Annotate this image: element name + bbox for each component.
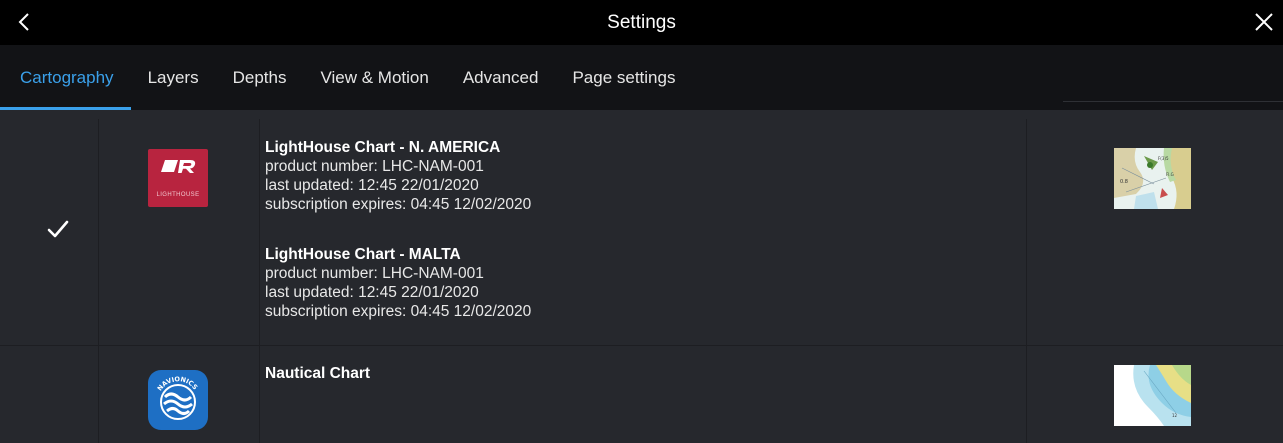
- navionics-logo: NAVIONICS: [147, 369, 209, 431]
- divider: [1063, 101, 1283, 102]
- chart-name: Nautical Chart: [265, 365, 371, 382]
- last-updated: last updated: 12:45 22/01/2020: [265, 284, 479, 301]
- last-updated: last updated: 12:45 22/01/2020: [265, 177, 479, 194]
- subscription-expiry: subscription expires: 04:45 12/02/2020: [265, 303, 532, 320]
- title-bar: Settings: [0, 0, 1283, 45]
- chevron-left-icon[interactable]: [14, 11, 36, 33]
- svg-text:12: 12: [1172, 413, 1178, 418]
- selection-cell[interactable]: [0, 346, 99, 443]
- thumbnail-cell: 0.8 F(3)5 Fl.G: [1027, 119, 1283, 345]
- chart-entry: LightHouse Chart - MALTA product number:…: [265, 245, 531, 321]
- lighthouse-logo-text: LIGHTHOUSE: [156, 192, 200, 198]
- close-icon[interactable]: [1253, 11, 1275, 33]
- tab-bar: Cartography Layers Depths View & Motion …: [0, 45, 1283, 110]
- provider-logo-cell: LIGHTHOUSE: [99, 119, 260, 345]
- selection-cell[interactable]: [0, 119, 99, 345]
- chart-entry: Nautical Chart: [265, 364, 370, 383]
- page-title: Settings: [607, 12, 676, 33]
- provider-logo-cell: NAVIONICS: [99, 346, 260, 443]
- tab-page-settings[interactable]: Page settings: [555, 45, 692, 110]
- svg-text:F(3)5: F(3)5: [1158, 156, 1169, 161]
- chart-name: LightHouse Chart - MALTA: [265, 246, 461, 263]
- tab-advanced[interactable]: Advanced: [446, 45, 556, 110]
- list-item-lighthouse[interactable]: LIGHTHOUSE LightHouse Chart - N. AMERICA…: [0, 119, 1283, 346]
- chart-info-cell: Nautical Chart: [260, 346, 1027, 443]
- tab-layers[interactable]: Layers: [131, 45, 216, 110]
- checkmark-icon: [46, 217, 70, 241]
- nautical-chart-thumbnail: 12: [1114, 365, 1191, 426]
- lighthouse-chart-thumbnail: 0.8 F(3)5 Fl.G: [1114, 148, 1191, 209]
- subscription-expiry: subscription expires: 04:45 12/02/2020: [265, 196, 532, 213]
- thumbnail-cell: 12: [1027, 346, 1283, 443]
- tab-depths[interactable]: Depths: [216, 45, 304, 110]
- lighthouse-logo: LIGHTHOUSE: [148, 149, 208, 207]
- tab-cartography[interactable]: Cartography: [0, 45, 131, 110]
- chart-name: LightHouse Chart - N. AMERICA: [265, 139, 501, 156]
- svg-text:Fl.G: Fl.G: [1166, 172, 1174, 177]
- tab-view-motion[interactable]: View & Motion: [303, 45, 445, 110]
- svg-text:0.8: 0.8: [1120, 179, 1128, 185]
- product-number: product number: LHC-NAM-001: [265, 265, 484, 282]
- cartography-list: LIGHTHOUSE LightHouse Chart - N. AMERICA…: [0, 119, 1283, 443]
- chart-info-cell: LightHouse Chart - N. AMERICA product nu…: [260, 119, 1027, 345]
- list-item-navionics[interactable]: NAVIONICS Nautical Chart 12: [0, 346, 1283, 443]
- chart-entry: LightHouse Chart - N. AMERICA product nu…: [265, 138, 531, 214]
- product-number: product number: LHC-NAM-001: [265, 158, 484, 175]
